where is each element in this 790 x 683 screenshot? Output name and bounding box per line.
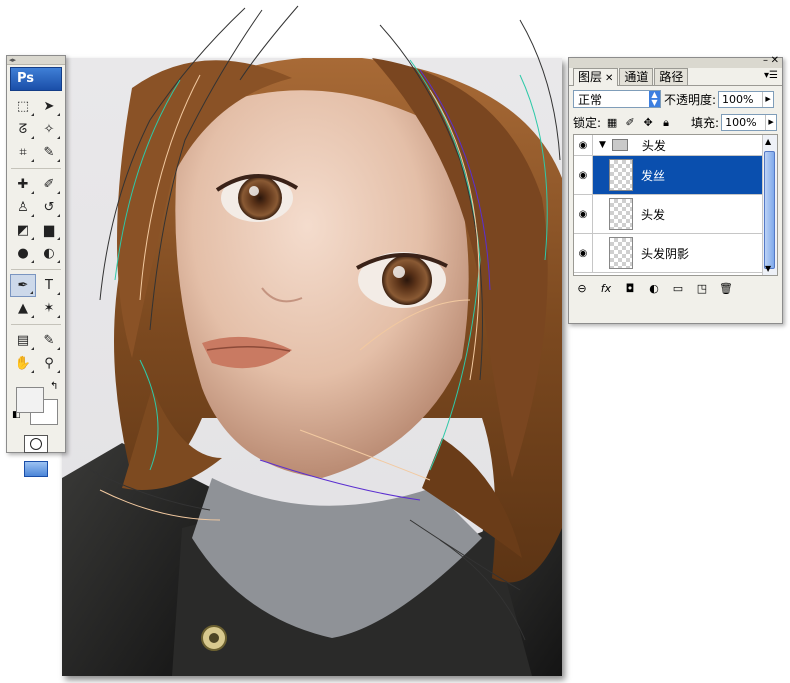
opacity-field[interactable]: 100% ▶ <box>718 90 775 108</box>
layer-thumbnail <box>609 237 633 269</box>
tools-group-painting: ✚ ✐ ♙ ↺ ◩ ▆ ● ◐ <box>7 173 65 265</box>
tools-divider <box>11 320 61 325</box>
hand-tool[interactable]: ✋ <box>10 352 36 375</box>
lock-position-icon[interactable]: ✥ <box>641 116 655 129</box>
opacity-label: 不透明度: <box>664 92 717 107</box>
type-tool[interactable]: T <box>36 274 62 297</box>
new-group-icon[interactable]: ▭ <box>671 282 685 295</box>
layers-panel: – ✕ 图层 ✕ 通道 路径 ▾☰ 正常 ▲ ▼ 不透明度: 100% ▶ 锁定: … <box>568 55 783 324</box>
lock-transparency-icon[interactable]: ▦ <box>605 116 619 129</box>
layer-thumbnail <box>609 198 633 230</box>
panel-tabs: 图层 ✕ 通道 路径 ▾☰ <box>569 68 782 86</box>
layer-style-fx-icon[interactable]: fx <box>599 282 613 295</box>
lock-pixels-icon[interactable]: ✐ <box>623 116 637 129</box>
healing-brush-tool[interactable]: ✚ <box>10 173 36 196</box>
visibility-eye-icon[interactable]: ◉ <box>574 156 593 194</box>
screen-mode-button[interactable] <box>24 461 48 477</box>
scroll-down-icon[interactable]: ▼ <box>765 264 771 273</box>
new-layer-icon[interactable]: ◳ <box>695 282 709 295</box>
opacity-value: 100% <box>722 92 754 106</box>
visibility-eye-icon[interactable]: ◉ <box>574 234 593 272</box>
lasso-tool[interactable]: ᘔ <box>10 118 36 141</box>
layer-row[interactable]: ◉ 发丝 <box>574 156 777 195</box>
folder-icon <box>611 139 628 151</box>
blend-mode-value: 正常 <box>578 92 603 107</box>
custom-shape-tool[interactable]: ✶ <box>36 297 62 320</box>
foreground-color-swatch[interactable] <box>16 387 44 413</box>
close-icon[interactable]: ✕ <box>771 55 779 66</box>
tools-group-vector: ✒ T ▲ ✶ <box>7 274 65 320</box>
color-swatches: ◧ ↰ <box>10 381 62 429</box>
zoom-tool[interactable]: ⚲ <box>36 352 62 375</box>
measure-eyedropper-tool[interactable]: ✎ <box>36 329 62 352</box>
palette-grip[interactable]: ◂▸ <box>7 56 65 65</box>
delete-layer-icon[interactable]: 🗑︎ <box>719 282 733 295</box>
gradient-tool[interactable]: ▆ <box>36 219 62 242</box>
fill-value: 100% <box>725 116 757 129</box>
scroll-up-icon[interactable]: ▲ <box>765 137 771 146</box>
updown-arrow-icon: ▲ ▼ <box>649 91 660 107</box>
expand-triangle-icon[interactable]: ▼ <box>599 140 606 150</box>
dodge-tool[interactable]: ◐ <box>36 242 62 265</box>
eraser-tool[interactable]: ◩ <box>10 219 36 242</box>
layer-group-row[interactable]: ◉ ▼ 头发 <box>574 135 777 156</box>
path-selection-tool[interactable]: ▲ <box>10 297 36 320</box>
group-name: 头发 <box>641 138 666 153</box>
swap-colors-icon[interactable]: ↰ <box>50 381 58 392</box>
lock-all-icon[interactable]: 🔒︎ <box>659 116 673 130</box>
layer-name: 头发 <box>641 207 666 222</box>
tools-group-selection: ⬚ ➤ ᘔ ✧ ⌗ ✎ <box>7 95 65 164</box>
move-tool[interactable]: ➤ <box>36 95 62 118</box>
lock-label: 锁定: <box>573 116 602 130</box>
eyedropper-tool[interactable]: ✎ <box>36 141 62 164</box>
tab-channels[interactable]: 通道 <box>619 68 654 85</box>
tools-divider <box>11 265 61 270</box>
quick-mask-button[interactable] <box>24 435 48 453</box>
link-layers-icon[interactable]: ⊖ <box>575 282 589 295</box>
panel-menu-icon[interactable]: ▾☰ <box>764 70 778 81</box>
layer-list: ◉ ▼ 头发 ◉ 发丝 ◉ 头发 ◉ 头发阴影 ▲ ▼ <box>573 134 778 276</box>
panel-titlebar[interactable]: – ✕ <box>569 55 782 68</box>
magic-wand-tool[interactable]: ✧ <box>36 118 62 141</box>
layer-row[interactable]: ◉ 头发阴影 <box>574 234 777 273</box>
scrollbar-thumb[interactable] <box>764 151 775 269</box>
layers-bottom-toolbar: ⊖ fx ◘ ◐ ▭ ◳ 🗑︎ <box>569 276 782 301</box>
layer-list-scrollbar[interactable]: ▲ ▼ <box>762 135 777 275</box>
marquee-tool[interactable]: ⬚ <box>10 95 36 118</box>
tools-divider <box>11 164 61 169</box>
visibility-eye-icon[interactable]: ◉ <box>574 135 593 155</box>
tools-palette: ◂▸ Ps ⬚ ➤ ᘔ ✧ ⌗ ✎ ✚ ✐ ♙ ↺ ◩ ▆ ● ◐ ✒ T ▲ ✶ ▤ ✎ ✋ ⚲ ◧ ↰ <box>6 55 66 477</box>
pen-tool[interactable]: ✒ <box>10 274 36 297</box>
layer-row[interactable]: ◉ 头发 <box>574 195 777 234</box>
notes-tool[interactable]: ▤ <box>10 329 36 352</box>
layer-thumbnail <box>609 159 633 191</box>
tab-close-icon[interactable]: ✕ <box>605 73 613 84</box>
fill-field[interactable]: 100% ▶ <box>721 114 778 131</box>
clone-stamp-tool[interactable]: ♙ <box>10 196 36 219</box>
blur-tool[interactable]: ● <box>10 242 36 265</box>
blend-mode-select[interactable]: 正常 ▲ ▼ <box>573 90 661 108</box>
tools-group-navigation: ▤ ✎ ✋ ⚲ <box>7 329 65 375</box>
tab-paths[interactable]: 路径 <box>654 68 689 85</box>
crop-tool[interactable]: ⌗ <box>10 141 36 164</box>
fill-label: 填充: <box>691 116 720 130</box>
layer-name: 头发阴影 <box>641 246 690 261</box>
minimize-icon[interactable]: – <box>763 55 768 66</box>
photoshop-logo[interactable]: Ps <box>10 67 62 91</box>
visibility-eye-icon[interactable]: ◉ <box>574 195 593 233</box>
brush-tool[interactable]: ✐ <box>36 173 62 196</box>
add-mask-icon[interactable]: ◘ <box>623 282 637 295</box>
layer-name: 发丝 <box>641 168 666 183</box>
history-brush-tool[interactable]: ↺ <box>36 196 62 219</box>
adjustment-layer-icon[interactable]: ◐ <box>647 282 661 295</box>
tab-layers[interactable]: 图层 ✕ <box>573 68 619 86</box>
fill-slider-arrow-icon[interactable]: ▶ <box>765 115 776 130</box>
opacity-slider-arrow-icon[interactable]: ▶ <box>762 91 773 107</box>
